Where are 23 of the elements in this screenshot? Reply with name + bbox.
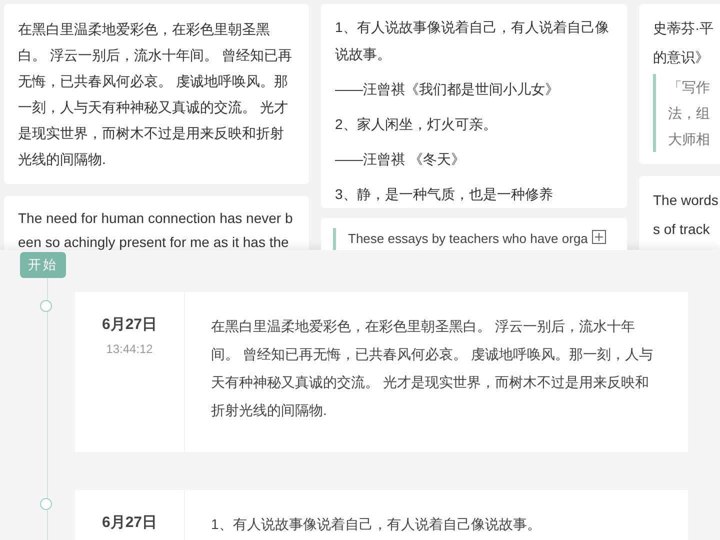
entry-text: 在黑白里温柔地爱彩色，在彩色里朝圣黑白。 浮云一别后，流水十年间。 曾经知已再无悔，已共春风何必哀。 虔诚地呼唤风。那一刻，人与天有种神秘又真诚的交流。 光才是现实世界，而树木不过是用来反映和折射光线的间隔物. [210, 316, 654, 420]
quote-text: These essays by teachers who have orga [348, 230, 588, 248]
quote-text: 「写作 [668, 78, 710, 97]
card-text: s of track [653, 220, 711, 239]
card-text: 2、家人闲坐，灯火可亲。 [335, 115, 498, 134]
entry-date: 6月27日 [102, 512, 158, 532]
timeline-node [40, 300, 52, 312]
entry-time: 13:44:12 [106, 341, 153, 358]
entry-text: 1、有人说故事像说着自己，有人说着自己像说故事。 [210, 514, 542, 534]
card-text: 3、静，是一种气质，也是一种修养 [335, 185, 554, 204]
card-text: ——汪曾祺 《冬天》 [335, 150, 466, 169]
card-text: 的意识》 [653, 48, 710, 67]
card-text: 在黑白里温柔地爱彩色，在彩色里朝圣黑白。 浮云一别后，流水十年间。 曾经知已再无悔，已共春风何必哀。 虔诚地呼唤风。那一刻，人与天有种神秘又真诚的交流。 光才是现实世界，而树木不过是用来反映和折射光线的间隔物. [18, 20, 293, 169]
quote-text: 法，组 [668, 104, 710, 123]
quote-text: 大师相 [668, 130, 710, 149]
card-text: The need for human connection has never been so achingly present for me as it has the [18, 209, 294, 250]
expand-icon[interactable] [592, 230, 606, 244]
timeline-node [40, 498, 52, 510]
entry-date: 6月27日 [102, 314, 158, 334]
card-text: 1、有人说故事像说着自己，有人说着自己像说故事。 [335, 18, 610, 64]
card-text: ——汪曾祺《我们都是世间小儿女》 [335, 80, 560, 99]
card-text: 史蒂芬·平 [653, 19, 715, 38]
start-tag: 开始 [20, 252, 66, 278]
